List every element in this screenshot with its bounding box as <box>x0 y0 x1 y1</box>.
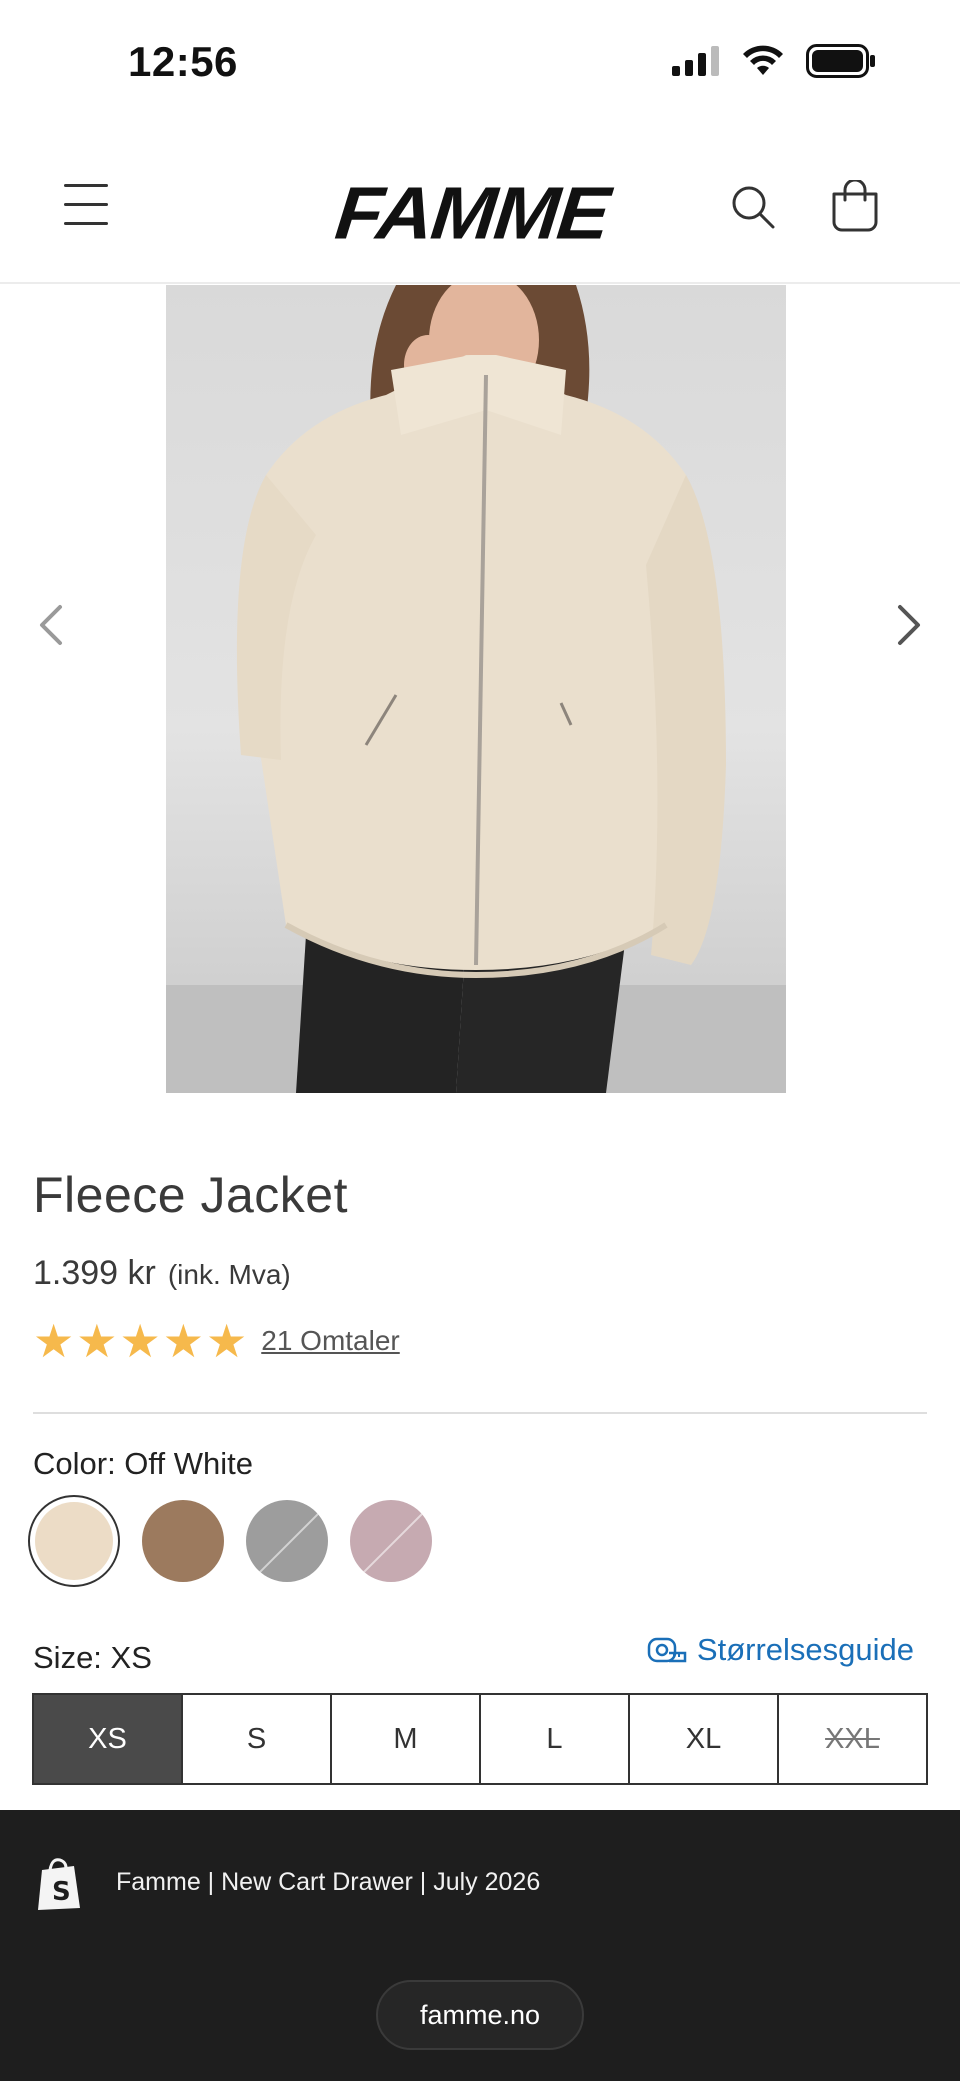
product-gallery <box>0 285 960 1093</box>
vat-note: (ink. Mva) <box>167 1259 291 1290</box>
product-title: Fleece Jacket <box>33 1167 348 1223</box>
wifi-icon <box>743 45 783 75</box>
color-swatch-pink[interactable] <box>350 1500 432 1582</box>
measuring-tape-icon <box>647 1637 687 1663</box>
cart-button[interactable] <box>830 178 880 232</box>
reviews-link[interactable]: 21 Omtaler <box>261 1325 400 1357</box>
search-icon <box>732 186 775 229</box>
star-icon: ★ <box>162 1315 204 1367</box>
preview-bar-text: Famme | New Cart Drawer | July 2026 <box>116 1868 541 1896</box>
gallery-next-button[interactable] <box>890 595 930 655</box>
status-time: 12:56 <box>128 38 238 85</box>
shopify-bag-icon: S <box>38 1858 80 1910</box>
star-icon: ★ <box>206 1315 248 1367</box>
size-selector: XS S M L XL XXL <box>32 1693 928 1785</box>
svg-text:S: S <box>52 1877 71 1907</box>
size-option-xs[interactable]: XS <box>34 1695 183 1783</box>
unavailable-slash <box>251 1501 328 1581</box>
cart-icon <box>832 178 878 232</box>
size-option-s[interactable]: S <box>183 1695 332 1783</box>
size-label: Size: XS <box>33 1640 152 1675</box>
menu-button[interactable] <box>64 184 114 228</box>
size-option-m[interactable]: M <box>332 1695 481 1783</box>
product-photo-illustration <box>166 285 786 1093</box>
size-label-text: XXL <box>825 1722 880 1755</box>
color-label: Color: Off White <box>33 1446 253 1481</box>
size-guide-link[interactable]: Størrelsesguide <box>647 1632 914 1668</box>
price-row: 1.399 kr (ink. Mva) <box>33 1254 291 1293</box>
menu-icon <box>64 184 114 225</box>
site-header: FAMME <box>0 130 960 284</box>
search-button[interactable] <box>728 182 778 232</box>
size-label-text: L <box>546 1722 563 1755</box>
product-price: 1.399 kr <box>33 1254 156 1292</box>
size-guide-label: Størrelsesguide <box>696 1632 914 1667</box>
color-swatch-brown[interactable] <box>142 1500 224 1582</box>
size-label-text: XS <box>88 1722 127 1755</box>
cellular-signal-icon <box>672 46 719 76</box>
size-option-xl[interactable]: XL <box>630 1695 779 1783</box>
size-label-text: XL <box>685 1722 722 1755</box>
divider <box>33 1412 927 1414</box>
status-bar: 12:56 <box>0 0 960 130</box>
rating-row: ★ ★ ★ ★ ★ 21 Omtaler <box>33 1318 400 1364</box>
size-option-xxl[interactable]: XXL <box>779 1695 926 1783</box>
color-swatch-grey[interactable] <box>246 1500 328 1582</box>
star-icon: ★ <box>33 1315 75 1367</box>
size-option-l[interactable]: L <box>481 1695 630 1783</box>
chevron-left-icon <box>40 605 62 645</box>
domain-pill[interactable]: famme.no <box>376 1980 584 2050</box>
size-label-text: S <box>246 1722 267 1755</box>
battery-icon <box>806 44 875 78</box>
product-image[interactable] <box>166 285 786 1093</box>
unavailable-slash <box>355 1501 432 1581</box>
rating-stars: ★ ★ ★ ★ ★ <box>33 1318 247 1364</box>
color-swatches <box>28 1495 432 1587</box>
color-swatch-off-white[interactable] <box>28 1495 120 1587</box>
swatch-fill <box>35 1502 113 1580</box>
chevron-right-icon <box>898 605 920 645</box>
site-logo[interactable]: FAMME <box>331 170 612 256</box>
star-icon: ★ <box>76 1315 118 1367</box>
gallery-prev-button[interactable] <box>30 595 70 655</box>
shopify-preview-bar: S Famme | New Cart Drawer | July 2026 fa… <box>0 1810 960 2081</box>
star-icon: ★ <box>119 1315 161 1367</box>
size-label-text: M <box>393 1722 418 1755</box>
status-icons <box>672 44 876 78</box>
